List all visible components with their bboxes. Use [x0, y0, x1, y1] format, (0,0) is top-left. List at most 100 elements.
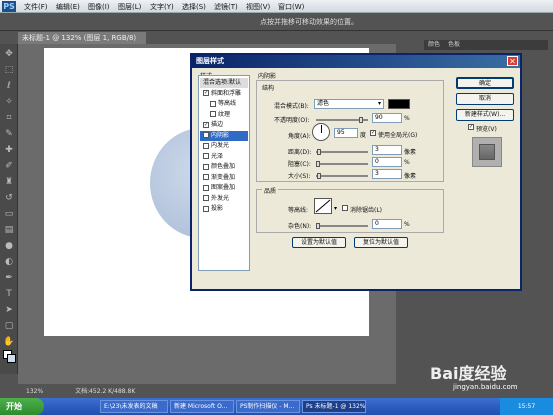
distance-slider[interactable] — [316, 151, 368, 153]
noise-field[interactable]: 0 — [372, 219, 402, 229]
tab-swatches[interactable]: 色板 — [448, 41, 460, 48]
style-checkbox[interactable] — [203, 153, 209, 159]
angle-dial[interactable] — [312, 123, 330, 141]
background-color-swatch[interactable] — [7, 354, 16, 363]
lasso-tool-icon[interactable]: ℓ — [3, 80, 15, 92]
shape-tool-icon[interactable]: ▢ — [3, 320, 15, 332]
angle-unit: 度 — [360, 132, 367, 139]
blend-mode-label: 混合模式(B): — [274, 103, 309, 110]
style-item[interactable]: 渐变叠加 — [200, 173, 248, 183]
make-default-button[interactable]: 设置为默认值 — [292, 237, 346, 248]
choke-slider[interactable] — [316, 163, 368, 165]
brush-tool-icon[interactable]: ✐ — [3, 160, 15, 172]
reset-default-button[interactable]: 复位为默认值 — [354, 237, 408, 248]
taskbar-item-photoshop[interactable]: Ps 未标题-1 @ 132% — [302, 400, 366, 413]
choke-field[interactable]: 0 — [372, 157, 402, 167]
angle-field[interactable]: 95 — [334, 128, 358, 138]
style-checkbox[interactable]: ✓ — [203, 90, 209, 96]
chevron-down-icon: ▾ — [377, 100, 381, 107]
ok-button[interactable]: 确定 — [456, 77, 514, 89]
taskbar-item-word-2[interactable]: PS制作扫描仪 - M... — [236, 400, 300, 413]
crop-tool-icon[interactable]: ⌗ — [3, 112, 15, 124]
cancel-button[interactable]: 取消 — [456, 93, 514, 105]
pen-tool-icon[interactable]: ✒ — [3, 272, 15, 284]
size-slider-knob[interactable] — [317, 173, 321, 179]
color-panel-tabs: 颜色 色板 — [424, 40, 548, 50]
dodge-tool-icon[interactable]: ◐ — [3, 256, 15, 268]
menu-item-3[interactable]: 图层(L) — [118, 2, 141, 12]
distance-slider-knob[interactable] — [317, 149, 321, 155]
size-slider[interactable] — [316, 175, 368, 177]
opacity-field[interactable]: 90 — [372, 113, 402, 123]
hand-tool-icon[interactable]: ✋ — [3, 336, 15, 348]
style-item[interactable]: 混合选项:默认 — [200, 78, 248, 88]
menu-item-0[interactable]: 文件(F) — [24, 2, 48, 12]
choke-slider-knob[interactable] — [316, 161, 320, 167]
noise-slider[interactable] — [316, 225, 368, 227]
style-item[interactable]: ✓ 描边 — [200, 120, 248, 130]
magic-wand-icon[interactable]: ✧ — [3, 96, 15, 108]
noise-slider-knob[interactable] — [316, 223, 320, 229]
type-tool-icon[interactable]: T — [3, 288, 15, 300]
style-item[interactable]: 投影 — [200, 204, 248, 214]
style-item[interactable]: 颜色叠加 — [200, 162, 248, 172]
start-button[interactable]: 开始 — [0, 398, 44, 415]
style-checkbox[interactable] — [203, 142, 209, 149]
opacity-label: 不透明度(O): — [274, 117, 310, 124]
menu-item-2[interactable]: 图像(I) — [88, 2, 110, 12]
close-icon[interactable]: ✕ — [507, 56, 518, 66]
contour-dropdown-icon[interactable]: ▾ — [334, 205, 337, 212]
style-checkbox[interactable] — [203, 163, 209, 170]
contour-picker[interactable] — [314, 198, 332, 214]
style-item[interactable]: ✓ 内阴影 — [200, 130, 248, 141]
style-checkbox[interactable] — [203, 195, 209, 201]
style-checkbox[interactable] — [210, 100, 216, 107]
distance-unit: 像素 — [404, 149, 417, 156]
style-item[interactable]: 内发光 — [200, 141, 248, 151]
style-checkbox[interactable] — [203, 184, 209, 191]
eraser-tool-icon[interactable]: ▭ — [3, 208, 15, 220]
marquee-tool-icon[interactable]: ⬚ — [3, 64, 15, 76]
size-field[interactable]: 3 — [372, 169, 402, 179]
blend-color-swatch[interactable] — [388, 99, 410, 109]
path-selection-icon[interactable]: ➤ — [3, 304, 15, 316]
style-item-label: 渐变叠加 — [211, 173, 236, 181]
global-light-checkbox[interactable]: ✓ — [370, 130, 376, 136]
opacity-slider-knob[interactable] — [359, 117, 363, 123]
style-checkbox[interactable] — [203, 205, 209, 212]
menu-item-1[interactable]: 编辑(E) — [56, 2, 80, 12]
style-item[interactable]: 图案叠加 — [200, 183, 248, 193]
style-item[interactable]: ✓ 斜面和浮雕 — [200, 89, 248, 99]
blur-tool-icon[interactable]: ● — [3, 240, 15, 252]
document-tab[interactable]: 未标题-1 @ 132% (图层 1, RGB/8) *× — [18, 32, 146, 54]
menu-item-8[interactable]: 窗口(W) — [278, 2, 304, 12]
new-style-button[interactable]: 新建样式(W)... — [456, 109, 514, 121]
move-tool-icon[interactable]: ✥ — [3, 48, 15, 60]
style-item[interactable]: 等高线 — [200, 99, 248, 109]
menu-item-7[interactable]: 视图(V) — [246, 2, 270, 12]
style-item[interactable]: 外发光 — [200, 194, 248, 204]
system-clock: 15:57 — [500, 398, 553, 415]
preview-checkbox[interactable]: ✓ — [468, 124, 474, 130]
baidu-watermark-logo: Bai度经验 — [430, 364, 507, 383]
antialias-checkbox[interactable] — [342, 205, 348, 211]
style-item[interactable]: 纹理 — [200, 110, 248, 120]
stamp-tool-icon[interactable]: ♜ — [3, 176, 15, 188]
taskbar-item-folder[interactable]: E:\23\未发表的文稿 — [100, 400, 168, 413]
menu-item-6[interactable]: 滤镜(T) — [214, 2, 238, 12]
gradient-tool-icon[interactable]: ▤ — [3, 224, 15, 236]
style-item[interactable]: 光泽 — [200, 152, 248, 162]
menu-item-5[interactable]: 选择(S) — [182, 2, 206, 12]
tab-color[interactable]: 颜色 — [428, 41, 440, 48]
distance-field[interactable]: 3 — [372, 145, 402, 155]
style-checkbox[interactable] — [210, 111, 216, 117]
history-brush-icon[interactable]: ↺ — [3, 192, 15, 204]
eyedropper-icon[interactable]: ✎ — [3, 128, 15, 140]
blend-mode-select[interactable]: 滤色 ▾ — [314, 99, 384, 109]
style-checkbox[interactable] — [203, 174, 209, 180]
taskbar-item-word[interactable]: 新建 Microsoft O... — [170, 400, 234, 413]
menu-item-4[interactable]: 文字(Y) — [150, 2, 174, 12]
style-checkbox[interactable]: ✓ — [203, 132, 209, 138]
healing-brush-icon[interactable]: ✚ — [3, 144, 15, 156]
style-checkbox[interactable]: ✓ — [203, 121, 209, 128]
